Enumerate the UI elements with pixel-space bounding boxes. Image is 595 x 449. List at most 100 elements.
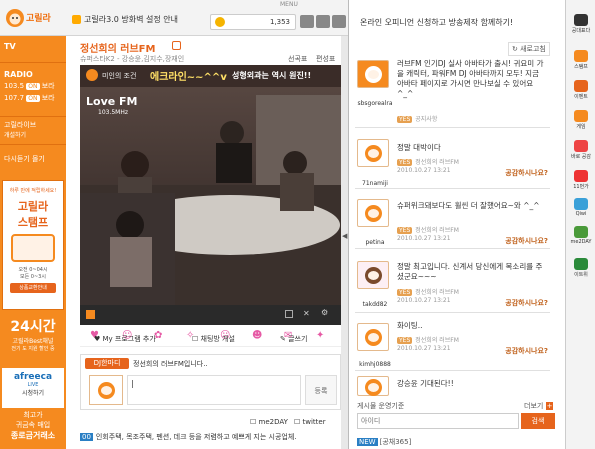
channel-link[interactable]: NEW [공채365]: [357, 437, 411, 447]
app-logo[interactable]: 고릴라: [4, 2, 64, 34]
afreeca-ad[interactable]: afreeca LIVE 시청하기: [2, 368, 64, 408]
refresh-button[interactable]: ↻ 새로고침: [508, 42, 550, 56]
post-meta: YES 정선희의 러브FM: [397, 157, 459, 166]
id-input[interactable]: [357, 413, 519, 429]
radio-row-2[interactable]: 107.7 ON 보라: [0, 93, 66, 103]
empathy-icon: [574, 140, 588, 152]
bottom-ad[interactable]: 00 인회주택, 목조주택, 펜션, 데크 등을 저렴하고 예쁘게 지는 시공업체…: [80, 432, 297, 442]
panel-splitter[interactable]: ◀: [341, 36, 348, 449]
more-link[interactable]: 더보기 +: [524, 401, 554, 411]
menu-label[interactable]: MENU: [280, 1, 298, 8]
pip-icon[interactable]: [285, 310, 293, 318]
post-text: 정말 최고입니다. 신계서 당신에게 목소리를 주셨군요~~~: [397, 262, 543, 281]
add-program-button[interactable]: ♥ My 프로그램 추가: [94, 334, 156, 344]
coin-counter[interactable]: 1,353: [210, 14, 296, 30]
post-user[interactable]: petina: [355, 239, 395, 246]
notice-text: 고릴라3.0 방화벽 설정 안내: [84, 15, 178, 24]
divider: [0, 62, 66, 63]
post-date: 2010.10.27 13:21: [397, 345, 451, 352]
hours-label: 24시간: [10, 319, 56, 335]
agree-button[interactable]: 공감하시나요?: [505, 346, 548, 356]
right-icon-sidebar: 공대표다 스탬프 이벤트 게임 바로 공감 11번가 Qiwi me2DAY 이…: [565, 0, 595, 449]
channel-badge: NEW: [357, 438, 378, 446]
qiwi-icon: [574, 198, 588, 210]
replay-label: 다시듣기 몰기: [4, 155, 45, 163]
me2day-share[interactable]: ☐ me2DAY: [250, 418, 288, 426]
write-label: 글쓰기: [288, 335, 308, 343]
collapse-icon[interactable]: ◀: [342, 232, 347, 240]
dj-submit-button[interactable]: 등록: [305, 375, 337, 405]
twitter-share[interactable]: ☐ twitter: [294, 418, 326, 426]
tree-icon: [574, 258, 588, 270]
post-text: 화이팅..: [397, 321, 423, 330]
open-chat-button[interactable]: ☐ 채팅방 개설: [192, 334, 235, 344]
dj-message-box: DJ한마디 정선희의 러브FM입니다.. | 등록: [80, 354, 341, 410]
sidebar-item-event[interactable]: 이벤트: [569, 80, 593, 100]
agree-button[interactable]: 공감하시나요?: [505, 236, 548, 246]
chat-icon[interactable]: [300, 15, 314, 28]
post-date: 2010.10.27 13:21: [397, 167, 451, 174]
stop-icon[interactable]: [86, 310, 95, 319]
fullscreen-icon[interactable]: ✕: [303, 309, 310, 318]
shop-icon: [574, 170, 588, 182]
post-user[interactable]: kimhj0888: [355, 361, 395, 368]
home-icon[interactable]: [172, 41, 181, 50]
schedule-link[interactable]: 편성표: [316, 54, 335, 64]
post-user[interactable]: 71namiji: [355, 180, 395, 187]
replay-link[interactable]: 다시듣기 몰기: [0, 154, 66, 164]
lovefm-freq: 103.5MHz: [98, 109, 129, 116]
gold-ad[interactable]: 최고가 귀금속 매입 종로금거래소: [2, 410, 64, 448]
afreeca-logo: afreeca: [13, 372, 53, 382]
sidebar-item-stamp[interactable]: 스탬프: [569, 50, 593, 70]
radio-freq: 107.7: [4, 94, 25, 102]
notice-link[interactable]: 고릴라3.0 방화벽 설정 안내: [72, 14, 178, 25]
gorilla-live-label: 고릴라이브: [4, 121, 37, 129]
gear-icon[interactable]: ⚙: [321, 308, 328, 317]
mail-icon[interactable]: [316, 15, 330, 28]
left-sidebar: TV RADIO 103.5 ON 보라 107.7 ON 보라 고릴라이브 개설…: [0, 36, 66, 449]
post-user[interactable]: takdd82: [355, 301, 395, 308]
sidebar-item-qiwi[interactable]: Qiwi: [569, 198, 593, 217]
agree-button[interactable]: 공감하시나요?: [505, 168, 548, 178]
stamp-ad[interactable]: 하루 만에 적립하세요! 고릴라 스탬프 오전 0~04시 모든 0~3시 상품…: [2, 180, 64, 310]
search-button[interactable]: 검색: [521, 413, 555, 429]
add-program-label: My 프로그램 추가: [102, 335, 156, 343]
sidebar-item-empathy[interactable]: 바로 공감: [569, 140, 593, 160]
avatar: [357, 199, 389, 227]
stamp-button[interactable]: 상품교환안내: [10, 283, 56, 293]
hours-sub1: 고릴라Best채널: [12, 338, 54, 345]
gold-ad-line3: 종로금거래소: [10, 431, 56, 440]
channel-label: [공채365]: [379, 438, 412, 446]
sidebar-item-me2day[interactable]: me2DAY: [569, 226, 593, 245]
event-icon: [574, 80, 588, 92]
me2day-label: me2DAY: [258, 418, 288, 426]
post-text: 강승윤 기대된다!!: [397, 379, 454, 388]
playlist-link[interactable]: 선곡표: [288, 54, 307, 64]
avatar-face: [98, 382, 115, 399]
settings-icon[interactable]: [332, 15, 346, 28]
dj-input[interactable]: |: [127, 375, 301, 405]
write-button[interactable]: ✎ 글쓰기: [280, 334, 307, 344]
post-meta-text: 정선희의 러브FM: [415, 337, 459, 344]
tv-section[interactable]: TV: [0, 42, 66, 51]
sidebar-item-game[interactable]: 게임: [569, 110, 593, 130]
post-meta-text: 정선희의 러브FM: [415, 159, 459, 166]
avatar-face: [365, 379, 382, 396]
sidebar-item-11st[interactable]: 11번가: [569, 170, 593, 190]
sidebar-item-etc[interactable]: 이트위: [569, 258, 593, 278]
post-meta-text: 공지사항: [415, 116, 438, 123]
sidebar-item-home[interactable]: 공대표다: [569, 14, 593, 34]
best-channel-ad[interactable]: 24시간 고릴라Best채널 전기 도 지원 할인 중: [2, 316, 64, 366]
radio-section[interactable]: RADIO 103.5 ON 보라 107.7 ON 보라: [0, 70, 66, 103]
agree-button[interactable]: 공감하시나요?: [505, 298, 548, 308]
post-user[interactable]: sbsgorealra: [355, 100, 395, 107]
coin-icon: [215, 17, 225, 27]
sidebar-label: 공대표다: [571, 28, 591, 34]
program-title: 정선희의 러브FM: [80, 44, 156, 55]
post-meta-text: 정선희의 러브FM: [415, 227, 459, 234]
coin-count: 1,353: [269, 18, 290, 26]
on-badge: ON: [26, 95, 40, 102]
rules-link[interactable]: 게시물 운영기준: [357, 401, 404, 411]
gorilla-live-link[interactable]: 고릴라이브 개설하기: [0, 120, 66, 139]
radio-row-1[interactable]: 103.5 ON 보라: [0, 81, 66, 91]
